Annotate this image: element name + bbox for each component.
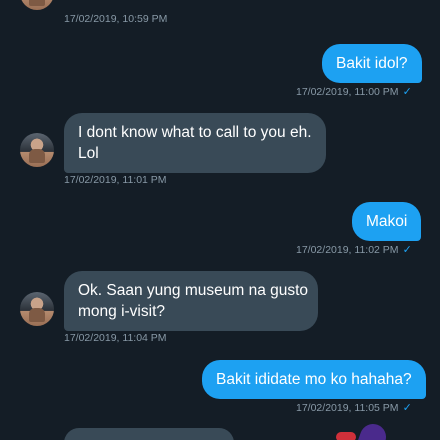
message-timestamp: 17/02/2019, 11:00 PM ✓ <box>296 86 412 98</box>
sent-message-bubble[interactable]: Makoi <box>352 202 422 241</box>
message-timestamp: 17/02/2019, 10:59 PM <box>64 13 168 25</box>
message-text-line: Ok. Saan yung museum na gusto <box>78 282 309 299</box>
received-message-bubble[interactable]: I dont know what to call to you eh. Lol <box>64 113 326 173</box>
message-text: Bakit idol? <box>336 55 408 72</box>
checkmark-icon: ✓ <box>402 402 412 414</box>
sticker-image <box>336 432 356 440</box>
contact-avatar[interactable] <box>20 292 54 326</box>
sent-message-bubble[interactable]: Bakit ididate mo ko hahaha? <box>202 360 426 399</box>
message-text: Makoi <box>366 213 408 230</box>
message-timestamp: 17/02/2019, 11:01 PM <box>64 174 167 186</box>
contact-avatar[interactable] <box>20 133 54 167</box>
message-text-line: I dont know what to call to you eh. <box>78 124 312 141</box>
message-timestamp: 17/02/2019, 11:02 PM ✓ <box>296 244 412 256</box>
message-timestamp: 17/02/2019, 11:05 PM ✓ <box>296 402 412 414</box>
conversation-thread: 17/02/2019, 10:59 PM Bakit idol? 17/02/2… <box>0 0 440 440</box>
received-message-bubble[interactable] <box>64 428 234 440</box>
message-timestamp: 17/02/2019, 11:04 PM <box>64 332 167 344</box>
message-text: Bakit ididate mo ko hahaha? <box>216 371 412 388</box>
message-text-line: Lol <box>78 145 99 162</box>
contact-avatar[interactable] <box>20 0 54 10</box>
message-text-line: mong i-visit? <box>78 303 165 320</box>
sticker-image <box>356 420 390 440</box>
sent-message-bubble[interactable]: Bakit idol? <box>322 44 422 83</box>
received-message-bubble[interactable]: Ok. Saan yung museum na gusto mong i-vis… <box>64 271 318 331</box>
checkmark-icon: ✓ <box>402 86 412 98</box>
checkmark-icon: ✓ <box>402 244 412 256</box>
